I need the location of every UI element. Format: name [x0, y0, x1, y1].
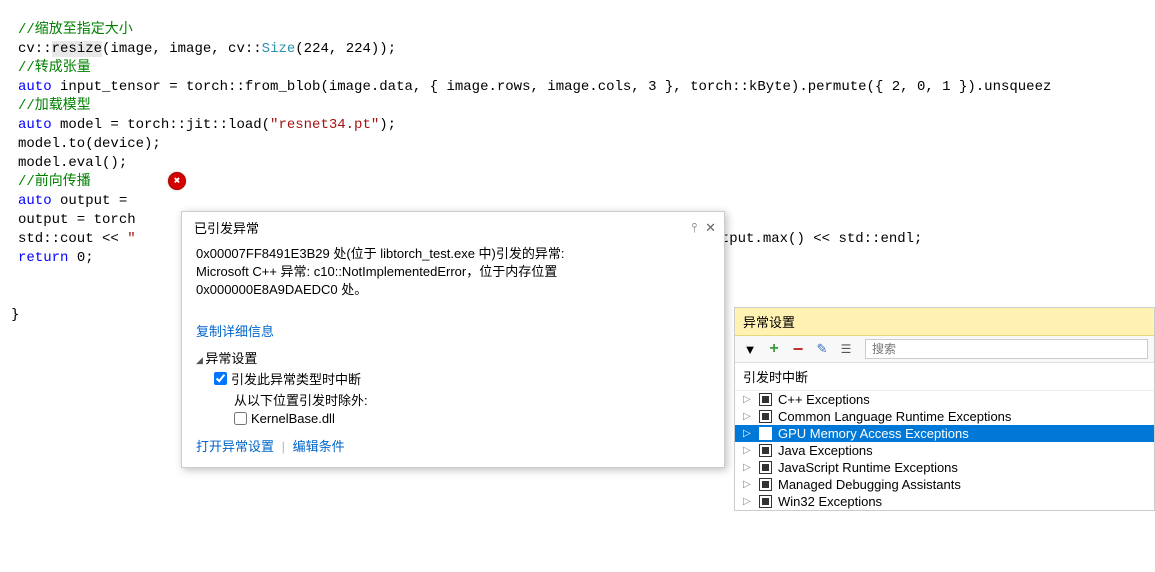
code-keyword: auto: [18, 193, 52, 209]
category-checkbox[interactable]: [759, 410, 772, 423]
exception-category-gpu[interactable]: ▷ GPU Memory Access Exceptions: [735, 425, 1154, 442]
edit-conditions-link[interactable]: 编辑条件: [293, 439, 345, 454]
category-checkbox[interactable]: [759, 444, 772, 457]
category-checkbox[interactable]: [759, 478, 772, 491]
filter-icon[interactable]: ▼: [741, 340, 759, 358]
code-type: Size: [262, 41, 296, 57]
category-label: Win32 Exceptions: [778, 494, 882, 509]
category-checkbox[interactable]: [759, 495, 772, 508]
code-text: output.max() << std::endl;: [696, 231, 923, 247]
expand-icon[interactable]: ▷: [743, 462, 753, 473]
remove-icon[interactable]: −: [789, 340, 807, 358]
popup-titlebar: 已引发异常 ⫯ ✕: [182, 212, 724, 243]
panel-toolbar: ▼ + − ✎ ☰: [735, 336, 1154, 363]
code-text: (image, image, cv::: [102, 41, 262, 57]
panel-title: 异常设置: [735, 308, 1154, 336]
code-comment: //前向传播: [18, 174, 91, 190]
msg-line: Microsoft C++ 异常: c10::NotImplementedErr…: [196, 263, 710, 281]
break-when-thrown-checkbox[interactable]: [214, 372, 227, 385]
code-string: "resnet34.pt": [270, 117, 379, 133]
category-label: JavaScript Runtime Exceptions: [778, 460, 958, 475]
exception-category-cpp[interactable]: ▷ C++ Exceptions: [735, 391, 1154, 408]
code-text: cv::: [18, 41, 52, 57]
exception-settings-toggle[interactable]: 异常设置: [196, 348, 710, 367]
code-text: output = torch: [18, 212, 136, 228]
category-checkbox[interactable]: [759, 393, 772, 406]
category-checkbox[interactable]: [759, 461, 772, 474]
category-label: GPU Memory Access Exceptions: [778, 426, 969, 441]
expand-icon[interactable]: ▷: [743, 394, 753, 405]
code-text: std::cout <<: [18, 231, 127, 247]
exception-message: 0x00007FF8491E3B29 处(位于 libtorch_test.ex…: [196, 245, 710, 299]
code-text: model = torch::jit::load(: [52, 117, 270, 133]
expand-icon[interactable]: ▷: [743, 411, 753, 422]
exception-category-mda[interactable]: ▷ Managed Debugging Assistants: [735, 476, 1154, 493]
exception-category-java[interactable]: ▷ Java Exceptions: [735, 442, 1154, 459]
code-text: (224, 224));: [295, 41, 396, 57]
code-text: resize: [52, 41, 102, 57]
code-brace: }: [11, 307, 19, 323]
divider: |: [282, 439, 285, 454]
category-checkbox[interactable]: [759, 427, 772, 440]
category-label: Common Language Runtime Exceptions: [778, 409, 1011, 424]
code-keyword: auto: [18, 79, 52, 95]
category-label: C++ Exceptions: [778, 392, 870, 407]
code-text: );: [379, 117, 396, 133]
break-when-thrown-label: 引发此异常类型时中断: [231, 369, 361, 388]
edit-icon[interactable]: ✎: [813, 340, 831, 358]
open-exception-settings-link[interactable]: 打开异常设置: [196, 439, 274, 454]
code-text: model.to(device);: [18, 136, 161, 152]
msg-line: 0x00007FF8491E3B29 处(位于 libtorch_test.ex…: [196, 245, 710, 263]
exception-error-icon[interactable]: [168, 172, 186, 190]
exception-category-js[interactable]: ▷ JavaScript Runtime Exceptions: [735, 459, 1154, 476]
code-text: model.eval();: [18, 155, 127, 171]
msg-line: 0x000000E8A9DAEDC0 处。: [196, 281, 710, 299]
kernelbase-label: KernelBase.dll: [251, 411, 335, 426]
list-icon[interactable]: ☰: [837, 340, 855, 358]
exception-list: ▷ C++ Exceptions ▷ Common Language Runti…: [735, 391, 1154, 510]
category-label: Managed Debugging Assistants: [778, 477, 961, 492]
copy-details-link[interactable]: 复制详细信息: [196, 321, 710, 340]
code-comment: //缩放至指定大小: [18, 22, 133, 38]
exception-category-win32[interactable]: ▷ Win32 Exceptions: [735, 493, 1154, 510]
expand-icon[interactable]: ▷: [743, 479, 753, 490]
code-keyword: return: [18, 250, 68, 266]
code-text: 0;: [68, 250, 93, 266]
expand-icon[interactable]: ▷: [743, 428, 753, 439]
except-from-label: 从以下位置引发时除外:: [234, 390, 710, 409]
exception-category-clr[interactable]: ▷ Common Language Runtime Exceptions: [735, 408, 1154, 425]
add-icon[interactable]: +: [765, 340, 783, 358]
pin-icon[interactable]: ⫯: [691, 220, 697, 236]
code-text: input_tensor = torch::from_blob(image.da…: [52, 79, 1052, 95]
code-string: ": [127, 231, 135, 247]
expand-icon[interactable]: ▷: [743, 445, 753, 456]
code-text: output =: [52, 193, 136, 209]
expand-icon[interactable]: ▷: [743, 496, 753, 507]
search-input[interactable]: [865, 339, 1148, 359]
popup-title-text: 已引发异常: [194, 218, 259, 237]
code-comment: //加载模型: [18, 98, 91, 114]
column-header: 引发时中断: [735, 363, 1154, 391]
code-keyword: auto: [18, 117, 52, 133]
code-comment: //转成张量: [18, 60, 91, 76]
exception-settings-panel: 异常设置 ▼ + − ✎ ☰ 引发时中断 ▷ C++ Exceptions ▷ …: [734, 307, 1155, 511]
exception-popup: 已引发异常 ⫯ ✕ 0x00007FF8491E3B29 处(位于 libtor…: [181, 211, 725, 468]
kernelbase-checkbox[interactable]: [234, 412, 247, 425]
category-label: Java Exceptions: [778, 443, 873, 458]
close-icon[interactable]: ✕: [705, 220, 716, 236]
